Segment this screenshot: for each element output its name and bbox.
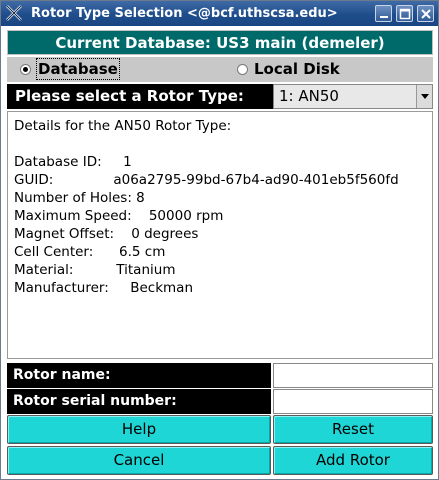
rotor-serial-input[interactable]	[273, 389, 433, 414]
close-icon	[421, 9, 431, 19]
window-title: Rotor Type Selection <@bcf.uthscsa.edu>	[31, 6, 338, 21]
source-radio-group: Database Local Disk	[7, 57, 433, 82]
rotor-name-label: Rotor name:	[7, 363, 271, 388]
detail-line: Magnet Offset: 0 degrees	[14, 226, 199, 242]
database-radio-label[interactable]: Database	[36, 58, 120, 80]
rotor-details-textarea[interactable]: Details for the AN50 Rotor Type: Databas…	[7, 111, 433, 359]
rotor-select-label: Please select a Rotor Type:	[15, 87, 244, 105]
detail-line: Number of Holes: 8	[14, 190, 145, 206]
database-radio-indicator[interactable]	[20, 64, 31, 75]
detail-line: Manufacturer: Beckman	[14, 280, 193, 296]
title-bar[interactable]: Rotor Type Selection <@bcf.uthscsa.edu>	[1, 1, 438, 26]
rotor-name-row: Rotor name:	[7, 363, 433, 388]
local-disk-radio[interactable]: Local Disk	[237, 57, 367, 82]
local-disk-radio-label[interactable]: Local Disk	[254, 57, 340, 81]
minimize-icon	[380, 16, 388, 18]
reset-button[interactable]: Reset	[273, 415, 433, 444]
detail-line: Material: Titanium	[14, 262, 176, 278]
rotor-serial-label: Rotor serial number:	[7, 389, 271, 414]
current-database-banner: Current Database: US3 main (demeler)	[7, 30, 433, 55]
rotor-serial-row: Rotor serial number:	[7, 389, 433, 414]
cancel-button[interactable]: Cancel	[7, 446, 271, 475]
rotor-name-input[interactable]	[273, 363, 433, 388]
dropdown-arrow-icon[interactable]	[416, 85, 432, 108]
database-radio[interactable]: Database	[20, 57, 140, 82]
help-button[interactable]: Help	[7, 415, 271, 444]
rotor-type-dropdown[interactable]: 1: AN50	[273, 84, 433, 109]
rotor-type-selected-value: 1: AN50	[279, 87, 339, 105]
detail-line: GUID: a06a2795-99bd-67b4-ad90-401eb5f560…	[14, 172, 399, 188]
detail-line: Database ID: 1	[14, 154, 132, 170]
detail-line: Maximum Speed: 50000 rpm	[14, 208, 224, 224]
rotor-type-selection-window: Rotor Type Selection <@bcf.uthscsa.edu> …	[0, 0, 439, 480]
add-rotor-button[interactable]: Add Rotor	[273, 446, 433, 475]
details-heading: Details for the AN50 Rotor Type:	[14, 118, 232, 134]
maximize-button[interactable]	[396, 5, 413, 22]
detail-line: Cell Center: 6.5 cm	[14, 244, 166, 260]
local-disk-radio-indicator[interactable]	[237, 64, 248, 75]
close-button[interactable]	[417, 5, 434, 22]
app-x-icon[interactable]	[5, 4, 23, 22]
minimize-button[interactable]	[375, 5, 392, 22]
rotor-select-row: Please select a Rotor Type: 1: AN50	[7, 84, 433, 109]
maximize-icon	[399, 8, 411, 20]
